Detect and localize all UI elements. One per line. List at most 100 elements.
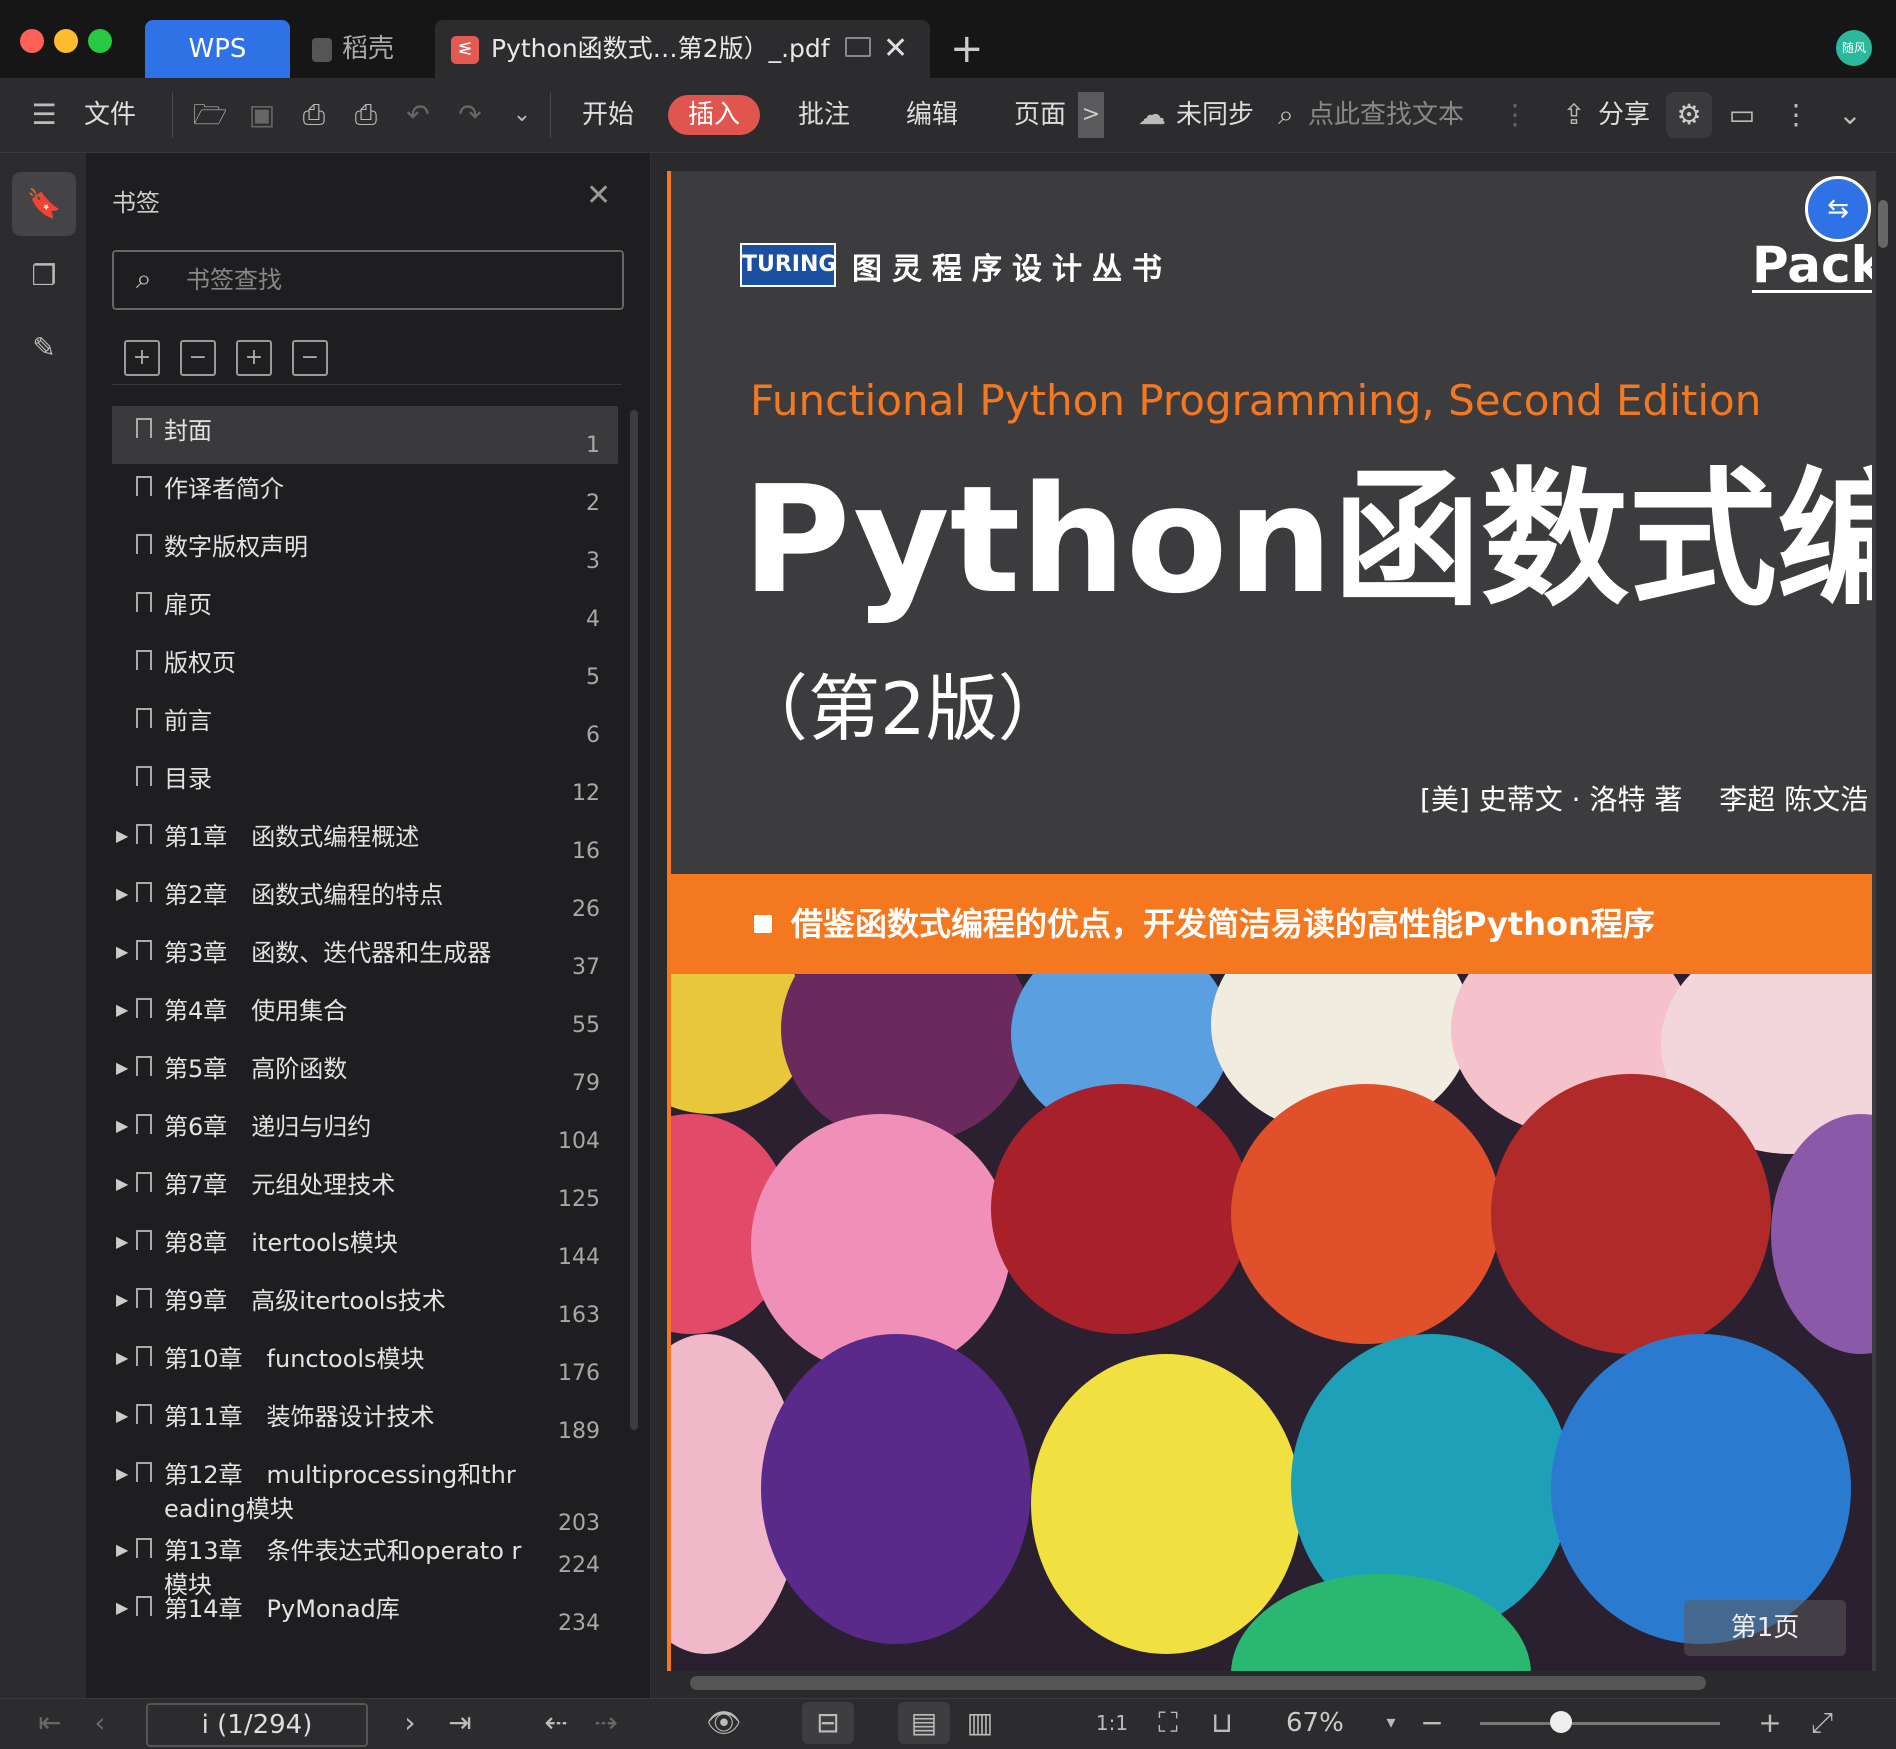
zoom-window-button[interactable] [88,29,112,53]
cloud-sync-icon[interactable]: ☁ [1132,78,1172,152]
vertical-scrollbar[interactable] [1878,200,1888,248]
expand-arrow-icon[interactable]: ▶ [116,942,128,961]
print-preview-icon[interactable]: ⎙ [344,78,388,152]
expand-arrow-icon[interactable]: ▶ [116,826,128,845]
thumbnail-panel-icon[interactable]: ❐ [12,244,76,308]
expand-arrow-icon[interactable]: ▶ [116,1290,128,1309]
expand-arrow-icon[interactable]: ▶ [116,1464,128,1483]
new-tab-button[interactable]: + [950,20,984,78]
bookmark-item[interactable]: ▶ 第9章 高级itertools技术 163 [112,1276,618,1334]
tab-wps[interactable]: WPS [145,20,290,78]
bookmark-item[interactable]: ▶ 第3章 函数、迭代器和生成器 37 [112,928,618,986]
expand-arrow-icon[interactable]: ▶ [116,1116,128,1135]
continuous-scroll-icon[interactable]: ⊟ [804,1698,852,1748]
sync-status[interactable]: 未同步 [1176,78,1254,152]
remove-bookmark-icon[interactable]: − [292,340,328,376]
print-icon[interactable]: ⎙ [292,78,336,152]
page-indicator-input[interactable]: i (1/294) [146,1703,368,1747]
zoom-out-icon[interactable]: − [1414,1698,1450,1748]
menu-icon[interactable]: ☰ [22,78,66,152]
previous-page-icon[interactable]: ‹ [80,1698,120,1748]
next-page-icon[interactable]: › [390,1698,430,1748]
zoom-in-icon[interactable]: + [1752,1698,1788,1748]
expand-arrow-icon[interactable]: ▶ [116,1232,128,1251]
bookmark-item[interactable]: ▶ 第7章 元组处理技术 125 [112,1160,618,1218]
bookmark-item[interactable]: ▶ 第5章 高阶函数 79 [112,1044,618,1102]
tab-edit[interactable]: 编辑 [906,78,958,152]
more-vertical-icon[interactable]: ⋮ [1500,78,1530,152]
bookmark-item[interactable]: ▶ 第6章 递归与归约 104 [112,1102,618,1160]
fit-page-icon[interactable]: ⛶ [1146,1698,1190,1748]
two-page-icon[interactable]: ▥ [956,1698,1004,1748]
actual-size-icon[interactable]: 1:1 [1090,1698,1134,1748]
zoom-slider-knob[interactable] [1550,1711,1572,1733]
monitor-icon[interactable] [845,37,871,57]
find-text-input[interactable]: 点此查找文本 [1308,78,1464,152]
more-tabs-button[interactable]: > [1078,92,1104,138]
translate-float-icon[interactable]: ⇆ [1805,176,1871,242]
expand-arrow-icon[interactable]: ▶ [116,1174,128,1193]
bookmark-item[interactable]: 封面 1 [112,406,618,464]
tab-insert[interactable]: 插入 [668,95,760,135]
last-page-icon[interactable]: ⇥ [440,1698,480,1748]
bookmark-item[interactable]: ▶ 第13章 条件表达式和operato r模块 224 [112,1526,618,1599]
expand-arrow-icon[interactable]: ▶ [116,1540,128,1559]
undo-icon[interactable]: ↶ [396,78,440,152]
bookmark-item[interactable]: 版权页 5 [112,638,618,696]
horizontal-scrollbar[interactable] [690,1676,1706,1690]
bookmark-item[interactable]: ▶ 第2章 函数式编程的特点 26 [112,870,618,928]
close-panel-icon[interactable]: ✕ [586,178,611,213]
annotation-panel-icon[interactable]: ✎ [12,316,76,380]
bookmark-item[interactable]: ▶ 第4章 使用集合 55 [112,986,618,1044]
single-page-icon[interactable]: ▤ [900,1698,948,1748]
expand-arrow-icon[interactable]: ▶ [116,1348,128,1367]
tab-daoke[interactable]: 稻壳 [312,20,394,78]
zoom-level[interactable]: 67% [1286,1698,1344,1748]
close-window-button[interactable] [20,29,44,53]
tab-start[interactable]: 开始 [582,78,634,152]
tab-page[interactable]: 页面 [1014,78,1066,152]
expand-arrow-icon[interactable]: ▶ [116,1406,128,1425]
more-options-icon[interactable]: ⋮ [1776,78,1816,152]
collapse-all-icon[interactable]: − [180,340,216,376]
fullscreen-icon[interactable]: ⤢ [1802,1698,1842,1748]
bookmark-item[interactable]: ▶ 第11章 装饰器设计技术 189 [112,1392,618,1450]
tab-annotate[interactable]: 批注 [798,78,850,152]
bookmark-item[interactable]: 前言 6 [112,696,618,754]
file-menu[interactable]: 文件 [84,78,136,152]
search-icon[interactable]: ⌕ [1268,78,1304,152]
expand-all-icon[interactable]: + [124,340,160,376]
bookmark-item[interactable]: 作译者简介 2 [112,464,618,522]
zoom-slider-track[interactable] [1480,1722,1720,1725]
comment-icon[interactable]: ▭ [1722,78,1762,152]
bookmark-item[interactable]: 目录 12 [112,754,618,812]
bookmark-search-field[interactable]: ⌕ 书签查找 [112,250,624,310]
bookmark-item[interactable]: 扉页 4 [112,580,618,638]
share-button[interactable]: 分享 [1598,78,1650,152]
open-folder-icon[interactable]: 🗁 [188,78,232,152]
bookmark-item[interactable]: ▶ 第8章 itertools模块 144 [112,1218,618,1276]
expand-arrow-icon[interactable]: ▶ [116,1000,128,1019]
expand-arrow-icon[interactable]: ▶ [116,1598,128,1617]
bookmark-item[interactable]: 数字版权声明 3 [112,522,618,580]
quick-access-dropdown-icon[interactable]: ⌄ [500,78,544,152]
first-page-icon[interactable]: ⇤ [30,1698,70,1748]
eye-protection-icon[interactable]: 👁 [694,1698,754,1748]
collapse-toolbar-icon[interactable]: ⌄ [1826,78,1874,152]
expand-arrow-icon[interactable]: ▶ [116,1058,128,1077]
go-forward-icon[interactable]: ⇢ [586,1698,626,1748]
bookmark-item[interactable]: ▶ 第1章 函数式编程概述 16 [112,812,618,870]
expand-arrow-icon[interactable]: ▶ [116,884,128,903]
avatar[interactable]: 随风 [1836,30,1872,66]
save-icon[interactable]: ▣ [240,78,284,152]
settings-gear-icon[interactable]: ⚙ [1666,92,1712,138]
tab-document[interactable]: ᓬ Python函数式…第2版）_.pdf ✕ [435,20,930,78]
zoom-dropdown-icon[interactable]: ▾ [1376,1698,1406,1748]
go-back-icon[interactable]: ⇠ [536,1698,576,1748]
redo-icon[interactable]: ↷ [448,78,492,152]
minimize-window-button[interactable] [54,29,78,53]
bookmark-panel-icon[interactable]: 🔖 [12,172,76,236]
add-bookmark-icon[interactable]: + [236,340,272,376]
bookmark-item[interactable]: ▶ 第14章 PyMonad库 234 [112,1584,618,1642]
panel-scrollbar[interactable] [630,410,638,1430]
